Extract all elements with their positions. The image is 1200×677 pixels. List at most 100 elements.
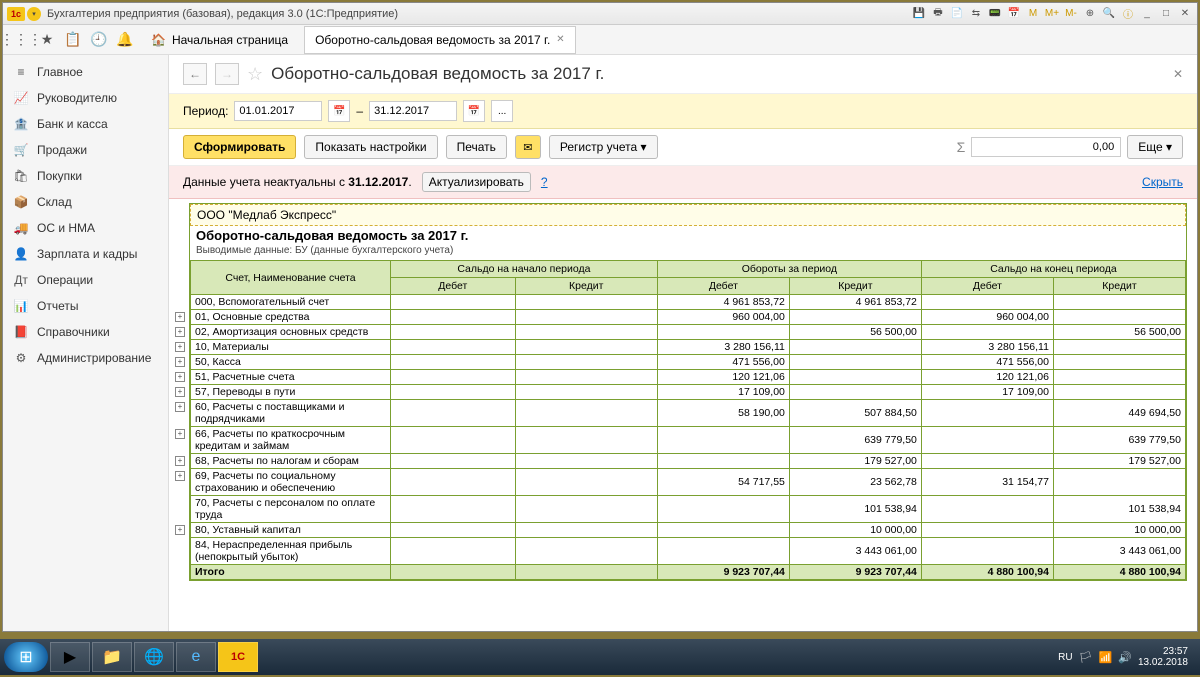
sidebar-item-10[interactable]: 📕Справочники bbox=[3, 319, 168, 345]
table-row[interactable]: 02, Амортизация основных средств56 500,0… bbox=[191, 325, 1186, 340]
table-row[interactable]: 10, Материалы3 280 156,113 280 156,11 bbox=[191, 340, 1186, 355]
favorite-star-icon[interactable]: ☆ bbox=[247, 64, 263, 85]
date-from-input[interactable] bbox=[234, 101, 322, 121]
table-row[interactable]: 000, Вспомогательный счет4 961 853,724 9… bbox=[191, 295, 1186, 310]
apps-grid-icon[interactable]: ⋮⋮⋮ bbox=[11, 30, 31, 50]
calendar-to-icon[interactable]: 📅 bbox=[463, 100, 485, 122]
maximize-icon[interactable]: □ bbox=[1158, 6, 1174, 22]
save-icon[interactable]: 💾 bbox=[911, 6, 927, 22]
compare-icon[interactable]: ⇆ bbox=[968, 6, 984, 22]
table-row[interactable]: 51, Расчетные счета120 121,06120 121,06 bbox=[191, 370, 1186, 385]
show-settings-button[interactable]: Показать настройки bbox=[304, 135, 437, 159]
table-row[interactable]: 57, Переводы в пути17 109,0017 109,00 bbox=[191, 385, 1186, 400]
table-row[interactable]: 70, Расчеты с персоналом по оплате труда… bbox=[191, 496, 1186, 523]
tray-lang[interactable]: RU bbox=[1058, 652, 1072, 663]
table-row[interactable]: 50, Касса471 556,00471 556,00 bbox=[191, 355, 1186, 370]
table-row[interactable]: 69, Расчеты по социальному страхованию и… bbox=[191, 469, 1186, 496]
m-minus-icon[interactable]: M- bbox=[1063, 6, 1079, 22]
sidebar-item-6[interactable]: 🚚ОС и НМА bbox=[3, 215, 168, 241]
calendar-icon[interactable]: 📅 bbox=[1006, 6, 1022, 22]
star-icon[interactable]: ★ bbox=[37, 30, 57, 50]
date-to-input[interactable] bbox=[369, 101, 457, 121]
sidebar-item-4[interactable]: 🛍Покупки bbox=[3, 163, 168, 189]
report-title: Оборотно-сальдовая ведомость за 2017 г. bbox=[190, 226, 1186, 245]
table-row[interactable]: 60, Расчеты с поставщиками и подрядчикам… bbox=[191, 400, 1186, 427]
actualize-button[interactable]: Актуализировать bbox=[422, 172, 531, 192]
sidebar-item-2[interactable]: 🏦Банк и касса bbox=[3, 111, 168, 137]
forward-button[interactable]: → bbox=[215, 63, 239, 85]
history-icon[interactable]: 🕘 bbox=[89, 30, 109, 50]
sidebar-icon: ≡ bbox=[13, 65, 29, 79]
sidebar-item-11[interactable]: ⚙Администрирование bbox=[3, 345, 168, 371]
taskbar-ie[interactable]: e bbox=[176, 642, 216, 672]
email-button[interactable]: ✉ bbox=[515, 135, 541, 159]
tray-vol-icon[interactable]: 🔊 bbox=[1118, 651, 1132, 664]
sum-input[interactable] bbox=[971, 137, 1121, 157]
taskbar-1c[interactable]: 1C bbox=[218, 642, 258, 672]
tray-flag-icon[interactable]: 🏳 bbox=[1079, 651, 1093, 664]
doc-icon[interactable]: 📄 bbox=[949, 6, 965, 22]
expand-icon[interactable]: + bbox=[175, 312, 185, 322]
expand-icon[interactable]: + bbox=[175, 456, 185, 466]
sidebar-icon: 📊 bbox=[13, 299, 29, 313]
sidebar-item-3[interactable]: 🛒Продажи bbox=[3, 137, 168, 163]
taskbar-chrome[interactable]: 🌐 bbox=[134, 642, 174, 672]
table-row[interactable]: 66, Расчеты по краткосрочным кредитам и … bbox=[191, 427, 1186, 454]
expand-icon[interactable]: + bbox=[175, 342, 185, 352]
bell-icon[interactable]: 🔔 bbox=[115, 30, 135, 50]
home-tab[interactable]: 🏠 Начальная страница bbox=[141, 27, 298, 53]
m-icon[interactable]: M bbox=[1025, 6, 1041, 22]
minimize-icon[interactable]: _ bbox=[1139, 6, 1155, 22]
expand-icon[interactable]: + bbox=[175, 357, 185, 367]
sidebar-item-1[interactable]: 📈Руководителю bbox=[3, 85, 168, 111]
sidebar-item-5[interactable]: 📦Склад bbox=[3, 189, 168, 215]
expand-icon[interactable]: + bbox=[175, 402, 185, 412]
dropdown-icon[interactable]: ▾ bbox=[27, 7, 41, 21]
report-tab[interactable]: Оборотно-сальдовая ведомость за 2017 г. … bbox=[304, 26, 576, 54]
expand-icon[interactable]: + bbox=[175, 327, 185, 337]
sidebar-label: Администрирование bbox=[37, 351, 151, 365]
report-subtitle: Выводимые данные: БУ (данные бухгалтерск… bbox=[190, 245, 1186, 260]
info-icon[interactable]: ⓘ bbox=[1120, 6, 1136, 22]
more-button[interactable]: Еще ▾ bbox=[1127, 135, 1183, 159]
taskbar-media[interactable]: ▶ bbox=[50, 642, 90, 672]
tray-clock[interactable]: 23:57 13.02.2018 bbox=[1138, 646, 1188, 668]
calendar-from-icon[interactable]: 📅 bbox=[328, 100, 350, 122]
zoom-icon[interactable]: 🔍 bbox=[1101, 6, 1117, 22]
clipboard-icon[interactable]: 📋 bbox=[63, 30, 83, 50]
taskbar-explorer[interactable]: 📁 bbox=[92, 642, 132, 672]
close-page-icon[interactable]: ✕ bbox=[1173, 67, 1183, 81]
m-plus-icon[interactable]: M+ bbox=[1044, 6, 1060, 22]
sigma-icon: Σ bbox=[957, 139, 966, 155]
start-button[interactable]: ⊞ bbox=[4, 642, 48, 672]
expand-icon[interactable]: + bbox=[175, 372, 185, 382]
col-start: Сальдо на начало периода bbox=[391, 261, 658, 278]
hide-link[interactable]: Скрыть bbox=[1142, 175, 1183, 189]
print-icon[interactable]: 🖶 bbox=[930, 6, 946, 22]
sidebar-item-8[interactable]: ДтОперации bbox=[3, 267, 168, 293]
table-row[interactable]: 68, Расчеты по налогам и сборам179 527,0… bbox=[191, 454, 1186, 469]
expand-icon[interactable]: + bbox=[175, 525, 185, 535]
print-button[interactable]: Печать bbox=[446, 135, 507, 159]
table-row[interactable]: 01, Основные средства960 004,00960 004,0… bbox=[191, 310, 1186, 325]
table-row[interactable]: 80, Уставный капитал10 000,0010 000,00 bbox=[191, 523, 1186, 538]
register-button[interactable]: Регистр учета ▾ bbox=[549, 135, 658, 159]
help-link[interactable]: ? bbox=[541, 175, 548, 189]
sidebar-label: Покупки bbox=[37, 169, 82, 183]
generate-button[interactable]: Сформировать bbox=[183, 135, 296, 159]
sidebar-item-0[interactable]: ≡Главное bbox=[3, 59, 168, 85]
close-window-icon[interactable]: ✕ bbox=[1177, 6, 1193, 22]
expand-icon[interactable]: + bbox=[175, 429, 185, 439]
expand-icon[interactable]: + bbox=[175, 387, 185, 397]
sidebar-item-9[interactable]: 📊Отчеты bbox=[3, 293, 168, 319]
table-row[interactable]: 84, Нераспределенная прибыль (непокрытый… bbox=[191, 538, 1186, 565]
expand-icon[interactable]: + bbox=[175, 471, 185, 481]
calc-icon[interactable]: 📟 bbox=[987, 6, 1003, 22]
back-button[interactable]: ← bbox=[183, 63, 207, 85]
zoom-in-icon[interactable]: ⊕ bbox=[1082, 6, 1098, 22]
sidebar-item-7[interactable]: 👤Зарплата и кадры bbox=[3, 241, 168, 267]
sidebar-icon: 🏦 bbox=[13, 117, 29, 131]
tab-close-icon[interactable]: ✕ bbox=[556, 34, 564, 45]
period-picker-button[interactable]: ... bbox=[491, 100, 513, 122]
tray-net-icon[interactable]: 📶 bbox=[1099, 651, 1113, 664]
